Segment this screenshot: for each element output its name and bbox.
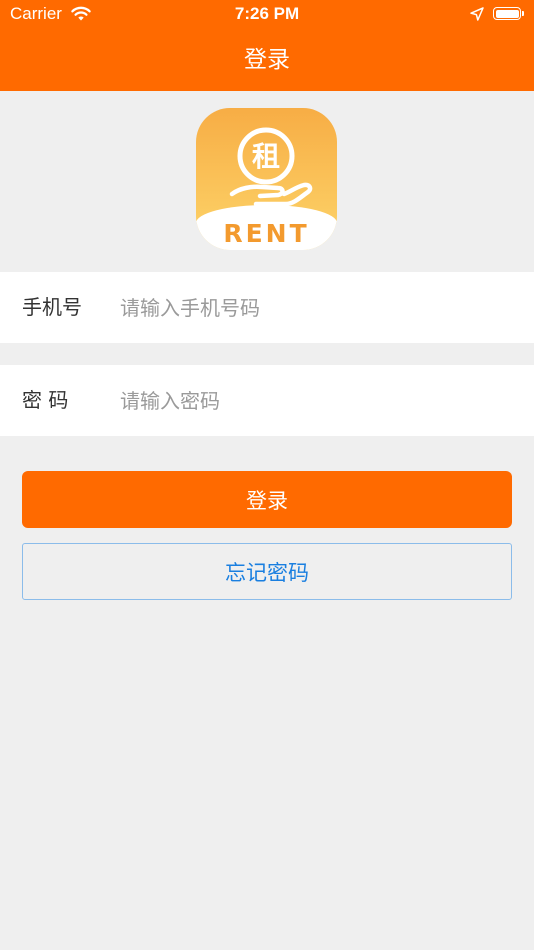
status-time: 7:26 PM	[234, 4, 300, 23]
password-label: 密 码	[22, 388, 69, 412]
location-arrow-icon	[470, 6, 484, 26]
status-bar: Carrier 7:26 PM	[0, 0, 534, 30]
app-logo: 租 RENT	[196, 108, 337, 250]
phone-label: 手机号	[22, 295, 82, 319]
logo-text: RENT	[223, 219, 310, 248]
password-field-row: 密 码	[0, 365, 534, 436]
phone-field-row: 手机号	[0, 272, 534, 343]
password-input[interactable]	[120, 379, 510, 422]
forgot-password-button[interactable]: 忘记密码	[22, 543, 512, 600]
battery-icon	[493, 7, 524, 20]
nav-title: 登录	[0, 30, 534, 91]
login-button[interactable]: 登录	[22, 471, 512, 528]
phone-input[interactable]	[120, 286, 510, 329]
logo-char: 租	[252, 140, 280, 173]
